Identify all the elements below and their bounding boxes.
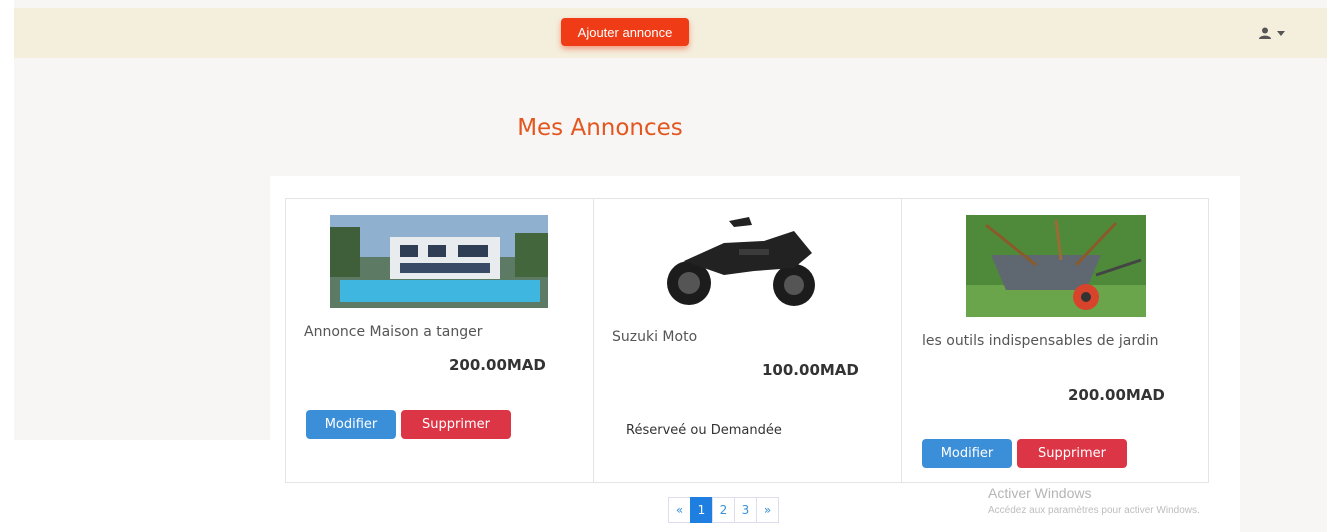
add-listing-button[interactable]: Ajouter annonce [561,18,689,46]
pagination-page[interactable]: 3 [734,497,757,523]
pagination: « 1 2 3 » [668,497,779,523]
motorcycle-image [667,217,815,306]
listing-price: 200.00MAD [1068,386,1165,404]
house-image [330,215,548,308]
listing-title: les outils indispensables de jardin [922,333,1159,349]
listing-title: Suzuki Moto [612,329,698,345]
windows-activation-message: Accédez aux paramètres pour activer Wind… [988,505,1200,516]
chevron-down-icon [1277,30,1285,36]
user-icon [1259,27,1271,39]
listing-card: les outils indispensables de jardin 200.… [901,198,1209,483]
delete-button[interactable]: Supprimer [401,410,511,439]
listing-card: Annonce Maison a tanger 200.00MAD Modifi… [285,198,594,483]
page-title: Mes Annonces [517,115,683,141]
wheelbarrow-image [966,215,1146,317]
listing-price: 100.00MAD [762,361,859,379]
page-bottom-area [0,440,290,532]
delete-button[interactable]: Supprimer [1017,439,1127,468]
pagination-next[interactable]: » [756,497,779,523]
user-menu[interactable] [1258,25,1298,41]
status-text: Réserveé ou Demandée [626,423,782,438]
windows-activation-title: Activer Windows [988,485,1092,501]
edit-button[interactable]: Modifier [306,410,396,439]
listing-price: 200.00MAD [449,356,546,374]
listing-title: Annonce Maison a tanger [304,324,483,340]
pagination-page[interactable]: 1 [690,497,713,523]
listing-card: Suzuki Moto 100.00MAD Réserveé ou Demand… [593,198,902,483]
top-navbar: Ajouter annonce [14,8,1327,58]
pagination-page[interactable]: 2 [712,497,735,523]
edit-button[interactable]: Modifier [922,439,1012,468]
pagination-prev[interactable]: « [668,497,691,523]
